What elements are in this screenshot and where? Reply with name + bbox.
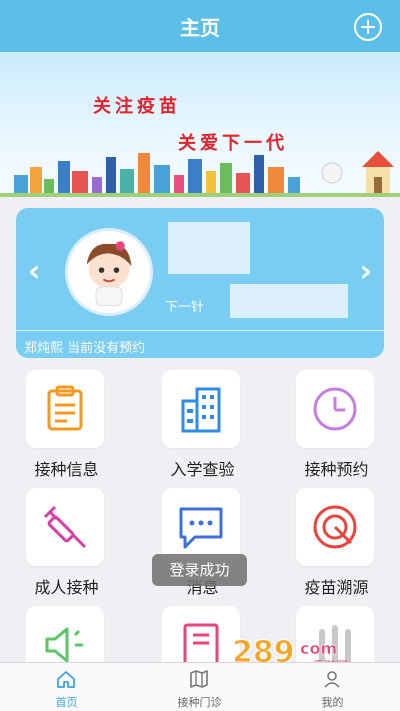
menu-item-label: 接种信息 [34, 460, 99, 479]
tab-home[interactable]: 首页 [0, 663, 133, 711]
menu-item-vaccine-trace[interactable]: 疫苗溯源 [270, 480, 400, 597]
menu-item-label: 接种预约 [304, 460, 369, 479]
building-icon [181, 387, 221, 433]
banner: 关注疫苗 关爱下一代 [0, 52, 400, 197]
appointment-status-text: 郑炖熙 当前没有预约 [24, 341, 146, 356]
clipboard-icon [47, 385, 83, 431]
banner-line-1: 关注疫苗 [93, 96, 181, 117]
menu-item-adult-vaccination[interactable]: 成人接种 [0, 480, 133, 597]
menu-item-label: 成人接种 [34, 578, 99, 597]
home-icon [57, 671, 75, 688]
message-icon [179, 507, 223, 549]
tab-label: 我的 [321, 696, 344, 709]
top-bar: 主页 [0, 0, 400, 52]
next-child-arrow-icon[interactable]: › [360, 254, 372, 289]
avatar [65, 228, 153, 316]
blurred-name [168, 222, 250, 274]
next-dose-label: 下一针 [165, 300, 205, 315]
menu-item-vaccination-info[interactable]: 接种信息 [0, 362, 133, 479]
appointment-status-bar: 郑炖熙 当前没有预约 [16, 330, 384, 358]
tab-mine[interactable]: 我的 [266, 663, 399, 711]
city-skyline-illustration [0, 151, 400, 197]
map-icon [190, 670, 208, 688]
menu-item-school-check[interactable]: 入学查验 [136, 362, 269, 479]
previous-child-arrow-icon[interactable]: ‹ [28, 254, 40, 289]
tab-label: 首页 [55, 696, 78, 709]
syringe-icon [43, 505, 87, 549]
feature-grid: 接种信息 入学查验 接种预约 成人接种 消息 疫苗溯源 [0, 362, 400, 684]
tab-clinic[interactable]: 接种门诊 [133, 663, 266, 711]
login-success-toast: 登录成功 [152, 554, 247, 586]
clock-icon [313, 387, 357, 431]
user-icon [324, 671, 340, 688]
svg-text:com: com [300, 639, 337, 658]
bottom-tab-bar: 首页 接种门诊 我的 [0, 662, 400, 711]
trace-icon [313, 505, 357, 549]
page-title: 主页 [180, 16, 220, 40]
tab-label: 接种门诊 [177, 696, 222, 709]
menu-item-appointment[interactable]: 接种预约 [270, 362, 400, 479]
blurred-date [230, 284, 348, 318]
menu-item-label: 入学查验 [170, 460, 235, 479]
add-icon[interactable] [354, 13, 382, 41]
menu-item-label: 疫苗溯源 [304, 578, 369, 597]
child-profile-card[interactable]: ‹ › 下一针 郑炖熙 当前没有预约 [16, 208, 384, 358]
